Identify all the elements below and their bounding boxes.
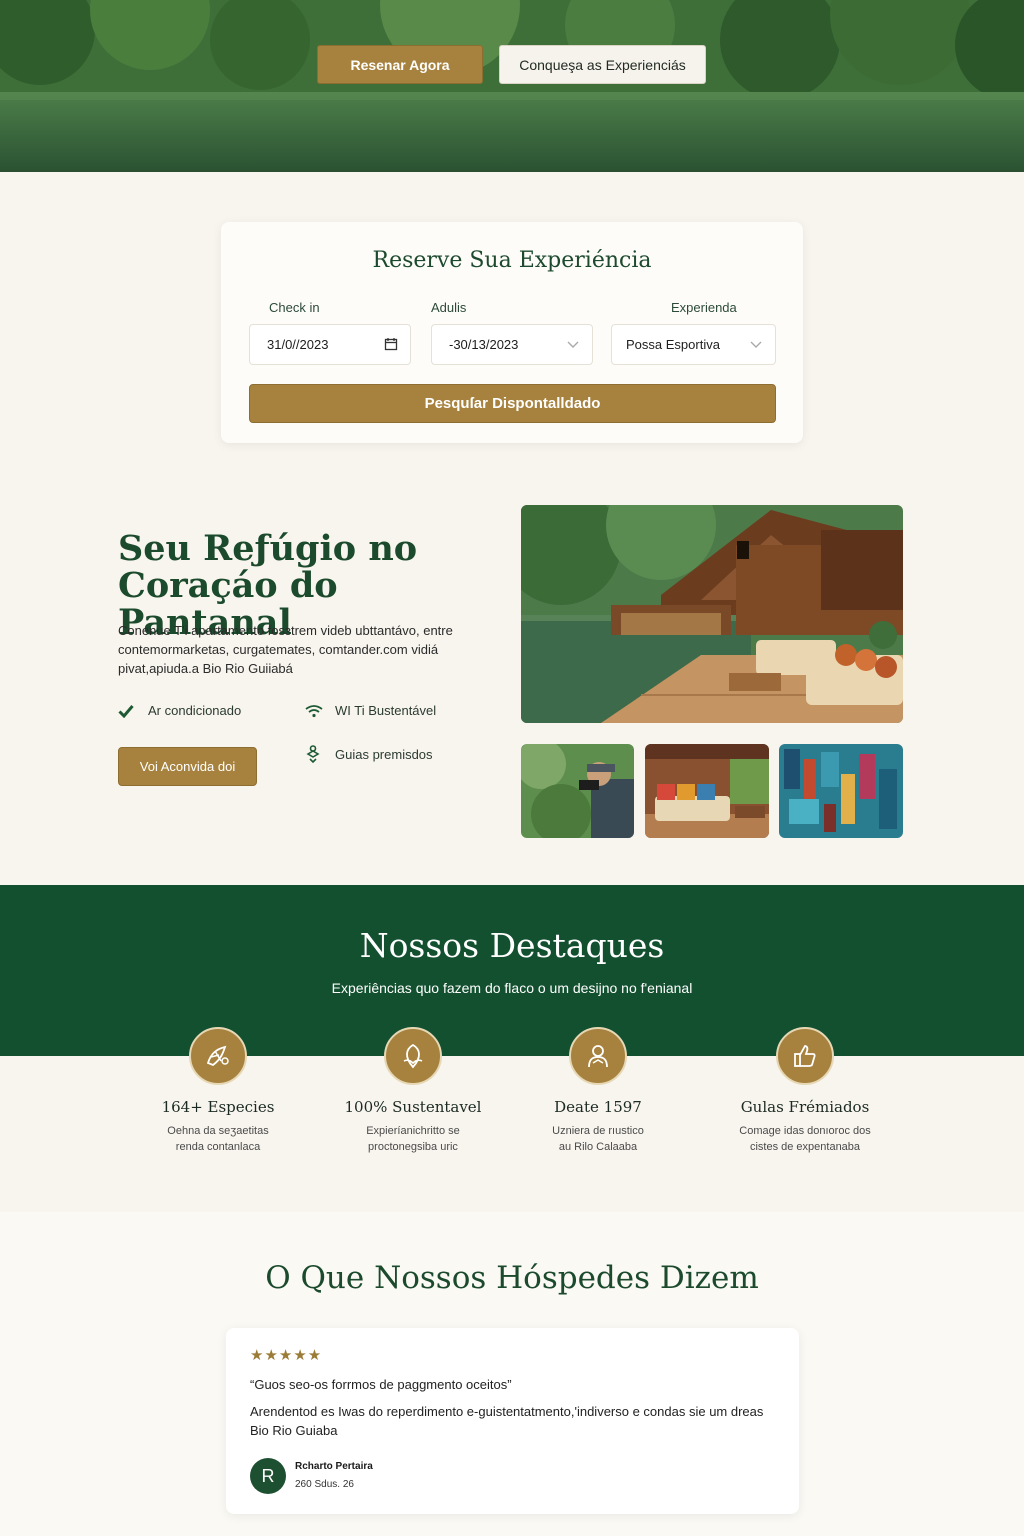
hero-banner: Resenar Agora Conqueşa as Experienciás — [0, 0, 1024, 172]
person-icon — [569, 1027, 627, 1085]
highlight-species: 164+ Especies Oehna da seʒaetitas renda … — [108, 1027, 328, 1155]
chevron-down-icon — [749, 337, 763, 354]
checkin-date-field[interactable]: 31/0//2023 — [249, 324, 411, 365]
highlight-desc-line: Uzniera de rıustico — [552, 1125, 644, 1137]
explore-experiences-button[interactable]: Conqueşa as Experienciás — [499, 45, 706, 84]
highlights-title: Nossos Destaques — [359, 926, 665, 965]
artwork-photo-thumbnail[interactable] — [779, 744, 903, 838]
booking-card: Reserve Sua Experiéncia Check in Adulis … — [221, 222, 803, 443]
experience-select[interactable]: Possa Esportiva — [611, 324, 776, 365]
feature-label: Ar condicionado — [148, 703, 242, 718]
highlight-since: Deate 1597 Uzniera de rıustico au Rilo C… — [488, 1027, 708, 1155]
feature-guides: Guias premisdos — [305, 745, 433, 763]
wifi-icon — [305, 704, 329, 718]
testimonial-text: Arendentod es Iwas do reperdimento e-gui… — [250, 1404, 764, 1438]
highlight-desc-line: au Rilo Calaaba — [558, 1141, 638, 1153]
book-now-button[interactable]: Resenar Agora — [317, 45, 483, 84]
adults-value: -30/13/2023 — [449, 337, 519, 352]
check-icon — [118, 704, 142, 718]
highlight-desc-line: Oehna da seʒaetitas — [167, 1125, 269, 1137]
booking-title: Reserve Sua Experiéncia — [372, 248, 652, 273]
leaf-hand-icon — [384, 1027, 442, 1085]
adults-label: Adulis — [431, 300, 467, 315]
adults-select[interactable]: -30/13/2023 — [431, 324, 593, 365]
experience-value: Possa Esportiva — [626, 337, 720, 352]
refuge-description: Conenue T'i apartamento fosɜtrem videb u… — [118, 623, 453, 676]
feature-air-conditioning: Ar condicionado — [118, 703, 241, 718]
guide-photo-thumbnail[interactable] — [521, 744, 634, 838]
feature-label: WI Ti Bustentável — [335, 703, 437, 718]
checkin-date-value: 31/0//2023 — [267, 337, 329, 352]
calendar-icon — [384, 337, 398, 354]
rating-stars-icon: ★★★★★ — [250, 1347, 323, 1364]
feature-label: Guias premisdos — [335, 746, 433, 762]
highlight-title: 164+ Especies — [161, 1098, 275, 1116]
checkin-label: Check in — [269, 300, 320, 315]
testimonials-title: O Que Nossos Hóspedes Dizem — [265, 1260, 759, 1296]
testimonial-card: ★★★★★ “Guos seo-os forrmos de paggmento … — [226, 1328, 799, 1514]
highlight-title: Gulas Frémiados — [740, 1098, 870, 1116]
experience-label: Experienda — [671, 300, 737, 315]
testimonial-quote: “Guos seo-os forrmos de paggmento oceito… — [250, 1377, 512, 1392]
highlights-subtitle: Experiências quo fazem do flaco o um des… — [331, 980, 693, 996]
highlight-desc-line: renda contanlaca — [175, 1141, 261, 1153]
thumbs-up-icon — [776, 1027, 834, 1085]
highlight-title: Deate 1597 — [554, 1098, 642, 1116]
guide-icon — [305, 745, 329, 763]
highlight-desc-line: cistes de expentanaba — [749, 1141, 861, 1153]
feature-wifi: WI Ti Bustentável — [305, 703, 436, 718]
reviewer-meta: 260 Sdus. 26 — [295, 1479, 354, 1490]
wildlife-icon — [189, 1027, 247, 1085]
highlight-desc-line: Comage idas donıoroc dos — [739, 1125, 871, 1137]
hero-landscape — [0, 0, 1024, 170]
search-availability-button[interactable]: Pesquſar Dispontalldado — [249, 384, 776, 423]
lounge-photo-thumbnail[interactable] — [645, 744, 769, 838]
chevron-down-icon — [566, 337, 580, 354]
reviewer-name: Rcharto Pertaira — [295, 1461, 373, 1472]
lodge-main-photo[interactable] — [521, 505, 903, 723]
avatar: R — [250, 1458, 286, 1494]
learn-more-button[interactable]: Voi Aconvida doi — [118, 747, 257, 786]
highlight-guides: Gulas Frémiados Comage idas donıoroc dos… — [695, 1027, 915, 1155]
